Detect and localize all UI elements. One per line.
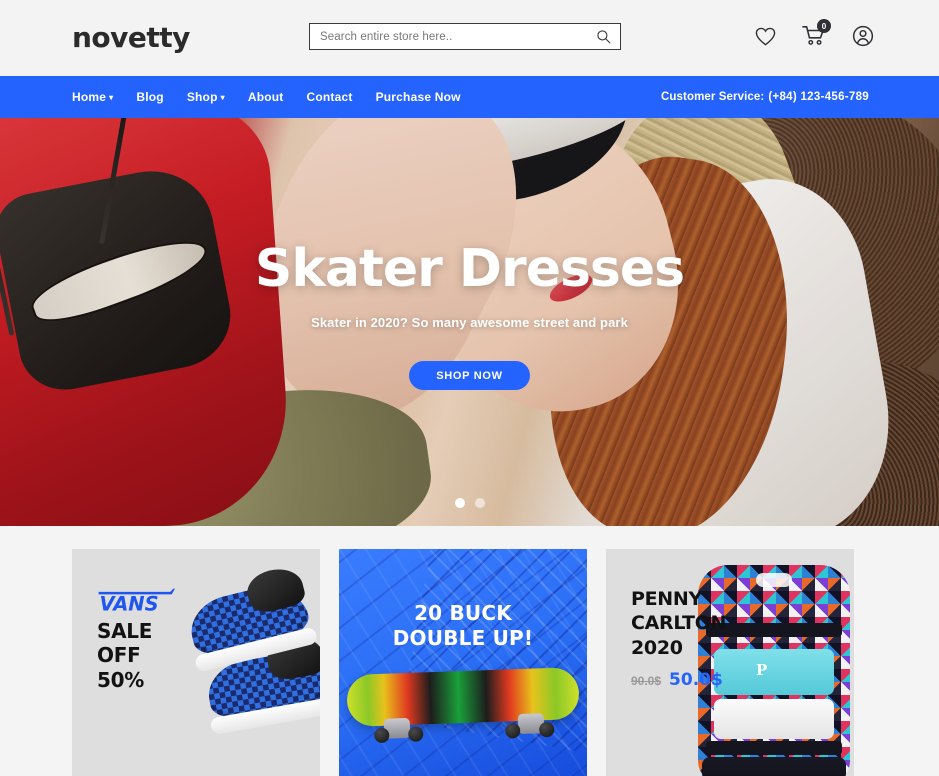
customer-service: Customer Service: (+84) 123-456-789 xyxy=(661,91,869,103)
hero-title: Skater Dresses xyxy=(254,239,685,299)
customer-service-label: Customer Service: xyxy=(660,91,765,103)
price-new: 50.0$ xyxy=(669,669,723,690)
customer-service-phone[interactable]: (+84) 123-456-789 xyxy=(768,91,869,103)
svg-text:VANS: VANS xyxy=(99,593,158,613)
promo-card-penny-carlton-text: PENNY CARLTON 2020 90.0$ 50.0$ xyxy=(631,587,726,690)
nav-item-shop[interactable]: Shop ▾ xyxy=(187,90,225,104)
nav-item-label: About xyxy=(247,90,284,104)
promo-line-3: 50% xyxy=(97,667,144,692)
nav-item-label: Purchase Now xyxy=(375,90,461,104)
promo-line-2: DOUBLE UP! xyxy=(392,626,534,650)
promo-line-2: OFF xyxy=(97,643,141,668)
promo-cards: VANS SALE OFF 50% 20 BUCK DOUBLE UP! P P… xyxy=(0,526,939,776)
search-input[interactable] xyxy=(320,30,594,43)
chevron-down-icon: ▾ xyxy=(109,93,114,102)
nav-item-label: Blog xyxy=(136,90,164,104)
main-navigation: Home ▾ Blog Shop ▾ About Contact Purchas… xyxy=(0,76,939,118)
promo-line-2: CARLTON xyxy=(631,612,727,635)
account-button[interactable] xyxy=(849,22,877,50)
search-bar[interactable] xyxy=(309,23,621,50)
promo-card-skateboard-text: 20 BUCK DOUBLE UP! xyxy=(339,601,587,651)
skateboard-illustration xyxy=(346,666,580,744)
nav-item-label: Home xyxy=(72,90,107,104)
nav-item-label: Shop xyxy=(186,90,218,104)
search-button[interactable] xyxy=(594,28,612,46)
wishlist-button[interactable] xyxy=(751,22,779,50)
promo-card-skateboard[interactable]: 20 BUCK DOUBLE UP! xyxy=(339,549,587,776)
hero-slider: Skater Dresses Skater in 2020? So many a… xyxy=(0,118,939,526)
search-icon xyxy=(596,30,610,44)
slider-dot-2[interactable] xyxy=(474,498,485,508)
header-icons: 0 xyxy=(751,19,877,50)
chevron-down-icon: ▾ xyxy=(220,93,225,102)
nav-item-home[interactable]: Home ▾ xyxy=(72,90,113,104)
slider-dot-1[interactable] xyxy=(454,498,465,508)
nav-item-purchase-now[interactable]: Purchase Now xyxy=(376,90,461,104)
promo-card-vans-text: VANS SALE OFF 50% xyxy=(97,587,175,692)
nav-item-contact[interactable]: Contact xyxy=(307,90,353,104)
nav-item-label: Contact xyxy=(306,90,353,104)
promo-card-penny-carlton[interactable]: P PENNY CARLTON 2020 90.0$ 50.0$ xyxy=(606,549,854,776)
slider-dots xyxy=(0,498,939,508)
shop-now-button[interactable]: SHOP NOW xyxy=(409,361,530,390)
site-logo[interactable]: novetty xyxy=(72,24,190,52)
vans-logo: VANS xyxy=(97,587,175,616)
nav-item-blog[interactable]: Blog xyxy=(136,90,163,104)
promo-line-3: 2020 xyxy=(631,636,683,659)
nav-list: Home ▾ Blog Shop ▾ About Contact Purchas… xyxy=(72,90,461,104)
cart-count-badge: 0 xyxy=(817,19,831,33)
vans-logo-icon: VANS xyxy=(98,588,175,616)
promo-card-vans[interactable]: VANS SALE OFF 50% xyxy=(72,549,320,776)
user-icon xyxy=(852,25,874,47)
promo-line-1: 20 BUCK xyxy=(414,601,512,625)
price-row: 90.0$ 50.0$ xyxy=(631,670,726,690)
promo-line-1: PENNY xyxy=(631,588,702,610)
heart-icon xyxy=(755,27,775,46)
hero-content: Skater Dresses Skater in 2020? So many a… xyxy=(0,118,939,526)
price-old: 90.0$ xyxy=(631,673,662,688)
hero-subtitle: Skater in 2020? So many awesome street a… xyxy=(311,315,628,330)
promo-line-1: SALE xyxy=(97,619,153,643)
site-header: novetty 0 xyxy=(0,0,939,76)
cart-button[interactable]: 0 xyxy=(800,19,831,50)
nav-item-about[interactable]: About xyxy=(248,90,284,104)
